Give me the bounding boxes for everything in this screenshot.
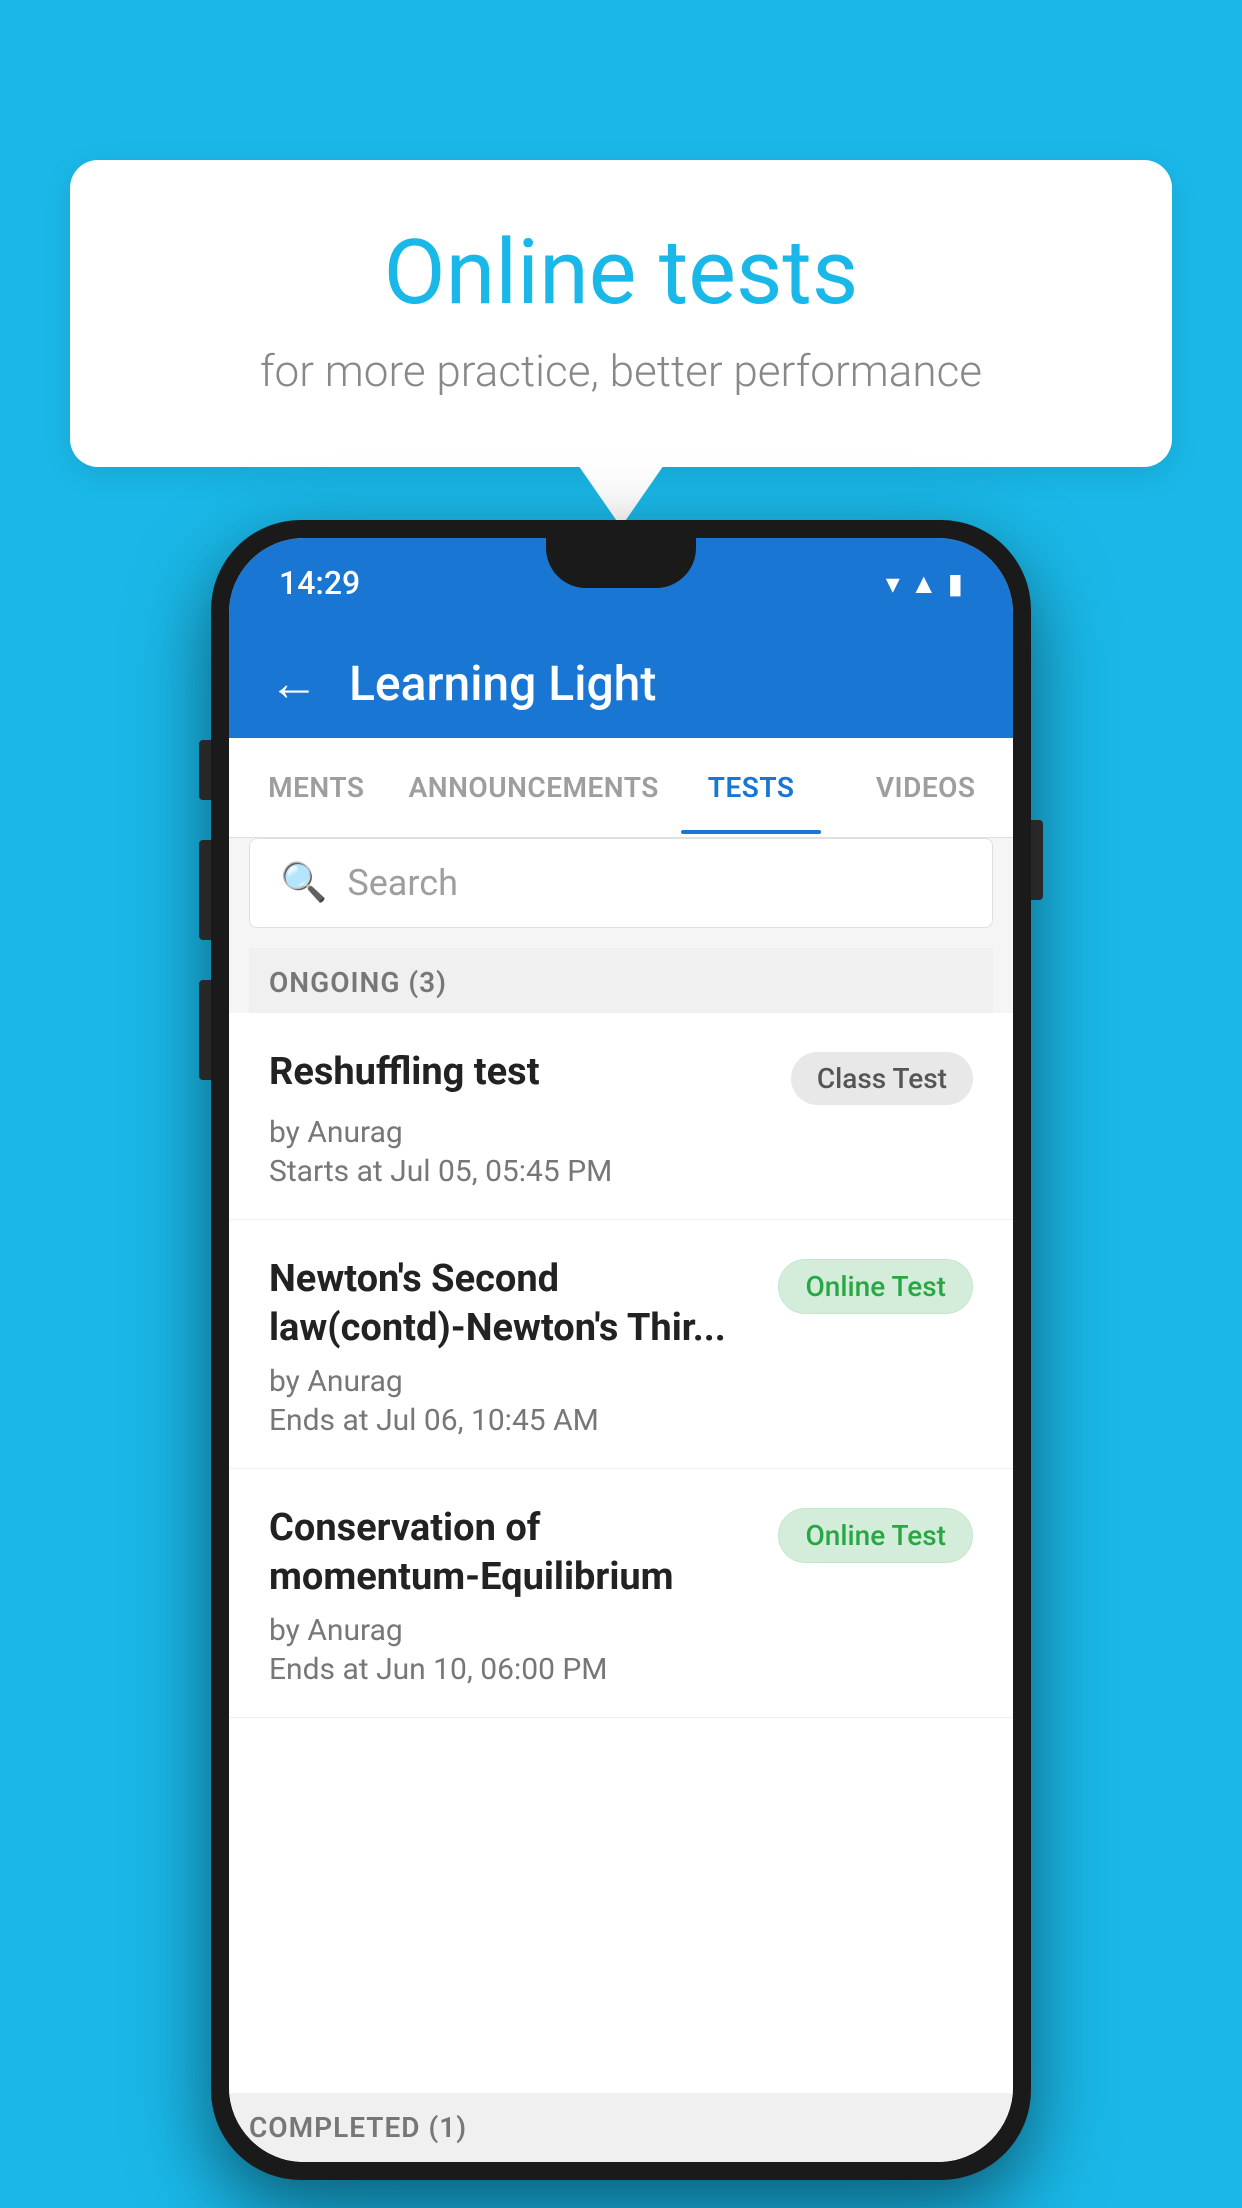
battery-icon: ▮ <box>948 567 963 600</box>
status-time: 14:29 <box>279 564 360 602</box>
test-title-3: Conservation of momentum-Equilibrium <box>269 1504 758 1603</box>
tab-videos[interactable]: VIDEOS <box>838 741 1013 834</box>
search-placeholder: Search <box>347 862 458 904</box>
tabs-bar: MENTS ANNOUNCEMENTS TESTS VIDEOS <box>229 738 1013 838</box>
phone-screen: 14:29 ▾ ▲ ▮ ← Learning Light MENTS ANNOU… <box>229 538 1013 2162</box>
signal-icon: ▲ <box>910 567 938 600</box>
test-item-3[interactable]: Conservation of momentum-Equilibrium Onl… <box>229 1469 1013 1718</box>
bubble-title: Online tests <box>150 220 1092 325</box>
test-item-2[interactable]: Newton's Second law(contd)-Newton's Thir… <box>229 1220 1013 1469</box>
test-date-3: Ends at Jun 10, 06:00 PM <box>269 1652 973 1687</box>
test-by-3: by Anurag <box>269 1613 973 1648</box>
test-date-2: Ends at Jul 06, 10:45 AM <box>269 1403 973 1438</box>
test-list: Reshuffling test Class Test by Anurag St… <box>229 1013 1013 2162</box>
promo-bubble: Online tests for more practice, better p… <box>70 160 1172 467</box>
tab-ments[interactable]: MENTS <box>229 741 404 834</box>
search-icon: 🔍 <box>280 861 327 905</box>
test-badge-1: Class Test <box>791 1052 973 1105</box>
back-button[interactable]: ← <box>269 654 319 713</box>
test-title-1: Reshuffling test <box>269 1048 771 1097</box>
test-badge-2: Online Test <box>778 1259 973 1314</box>
test-item-header-3: Conservation of momentum-Equilibrium Onl… <box>269 1504 973 1603</box>
app-bar: ← Learning Light <box>229 628 1013 738</box>
test-date-1: Starts at Jul 05, 05:45 PM <box>269 1154 973 1189</box>
test-item-1[interactable]: Reshuffling test Class Test by Anurag St… <box>229 1013 1013 1220</box>
wifi-icon: ▾ <box>886 567 900 600</box>
test-by-2: by Anurag <box>269 1364 973 1399</box>
status-icons: ▾ ▲ ▮ <box>886 567 963 600</box>
test-badge-3: Online Test <box>778 1508 973 1563</box>
notch <box>546 538 696 588</box>
test-item-header-1: Reshuffling test Class Test <box>269 1048 973 1105</box>
tab-tests[interactable]: TESTS <box>664 741 839 834</box>
test-by-1: by Anurag <box>269 1115 973 1150</box>
tab-announcements[interactable]: ANNOUNCEMENTS <box>404 741 664 834</box>
ongoing-section-label: ONGOING (3) <box>249 948 993 1017</box>
status-bar: 14:29 ▾ ▲ ▮ <box>229 538 1013 628</box>
completed-section-label: COMPLETED (1) <box>229 2093 1013 2162</box>
bubble-subtitle: for more practice, better performance <box>150 345 1092 397</box>
test-item-header-2: Newton's Second law(contd)-Newton's Thir… <box>269 1255 973 1354</box>
app-bar-title: Learning Light <box>349 655 656 712</box>
phone-mockup: 14:29 ▾ ▲ ▮ ← Learning Light MENTS ANNOU… <box>211 520 1031 2180</box>
search-bar[interactable]: 🔍 Search <box>249 838 993 928</box>
test-title-2: Newton's Second law(contd)-Newton's Thir… <box>269 1255 758 1354</box>
power-button <box>1029 820 1043 900</box>
